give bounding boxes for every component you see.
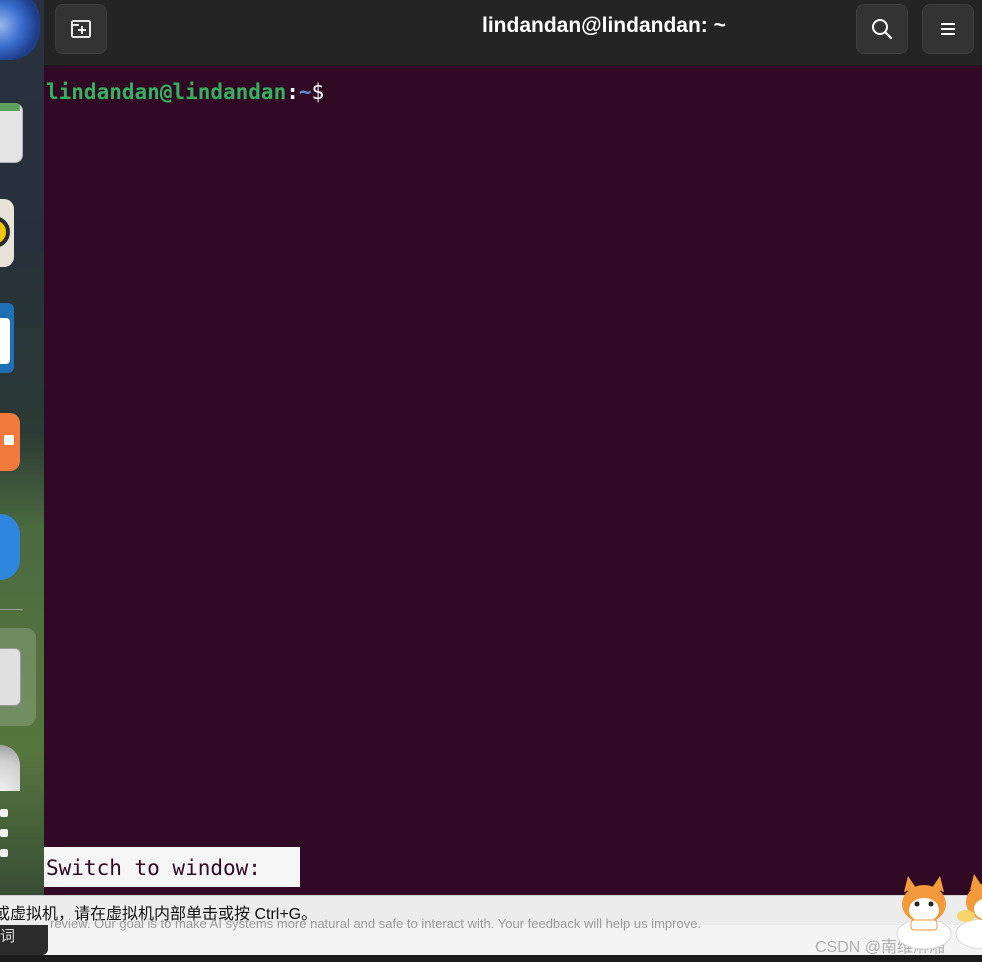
files-icon-tab [0,103,20,111]
prompt-user-host: lindandan@lindandan [46,80,287,104]
new-tab-button[interactable] [55,4,107,54]
hamburger-menu-icon [941,23,955,35]
terminal-window: lindandan@lindandan: ~ lindandan@lindand… [44,0,982,895]
prompt-path: ~ [298,80,312,104]
terminal-area[interactable]: lindandan@lindandan:~$ Switch to window: [44,66,982,895]
mascot-image [896,876,952,950]
bottom-left-fragment: 词 [0,927,16,945]
writer-icon-page [0,318,10,364]
files-icon[interactable] [0,103,23,163]
switch-to-window-label: Switch to window: [46,856,261,880]
help-icon[interactable] [0,514,20,580]
feedback-text: review. Our goal is to make AI systems m… [50,916,702,931]
window-title: lindandan@lindandan: ~ [482,14,726,37]
show-apps-icon[interactable] [0,809,10,857]
prompt-colon: : [286,80,299,104]
menu-button[interactable] [922,4,974,54]
switch-to-window-box: Switch to window: [44,847,300,887]
mascot-image-2 [955,874,982,950]
search-icon [872,19,893,40]
software-store-icon-mark [4,435,14,445]
new-tab-icon [71,20,91,38]
bottom-edge [0,955,982,962]
prompt-symbol: $ [311,80,325,104]
headerbar: lindandan@lindandan: ~ [44,0,982,66]
dock [0,0,44,962]
disk-icon[interactable] [0,745,20,791]
search-button[interactable] [856,4,908,54]
dock-separator [0,609,23,610]
browser-icon[interactable] [0,0,40,60]
terminal-icon[interactable] [0,648,21,706]
prompt-line: lindandan@lindandan:~$ [46,80,324,104]
